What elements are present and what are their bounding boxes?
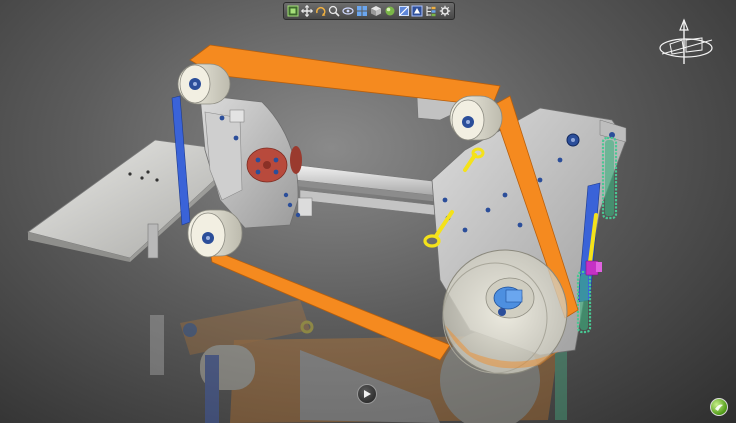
normal-view-icon	[342, 7, 354, 15]
properties-button[interactable]	[439, 5, 452, 18]
bottom-contact-roller[interactable]	[187, 209, 243, 258]
drive-pulley[interactable]	[442, 249, 568, 375]
3d-viewport[interactable]	[0, 0, 736, 423]
rotate-icon	[315, 6, 326, 16]
isometric-view-icon	[370, 6, 381, 16]
compass-icon	[659, 18, 713, 64]
normal-view-button[interactable]	[342, 5, 355, 18]
rotate-button[interactable]	[314, 5, 327, 18]
hide-show-icon	[398, 6, 409, 16]
multi-view-icon	[357, 6, 368, 16]
shading-button[interactable]	[383, 5, 396, 18]
play-button[interactable]	[357, 384, 377, 404]
play-icon	[364, 390, 371, 398]
tree-icon	[426, 6, 436, 17]
swap-visible-space-button[interactable]	[411, 5, 424, 18]
tree-button[interactable]	[425, 5, 438, 18]
navigation-compass[interactable]	[656, 18, 718, 68]
app-logo-icon	[715, 404, 723, 411]
zoom-button[interactable]	[328, 5, 341, 18]
top-idler-roller[interactable]	[177, 63, 231, 105]
pan-icon	[300, 5, 313, 17]
properties-icon	[439, 5, 451, 17]
zoom-icon	[329, 5, 340, 17]
fit-all-button[interactable]	[286, 5, 299, 18]
tracking-roller[interactable]	[449, 95, 503, 141]
fit-all-icon	[287, 5, 299, 17]
app-logo	[710, 398, 728, 416]
shading-icon	[385, 6, 395, 16]
pan-button[interactable]	[300, 5, 313, 18]
isometric-view-button[interactable]	[369, 5, 382, 18]
view-toolbar	[283, 2, 455, 20]
spring-coupler[interactable]	[585, 260, 602, 276]
swap-visible-space-icon	[411, 5, 423, 17]
belt-grinder-3d-model[interactable]	[0, 0, 736, 423]
hide-show-button[interactable]	[397, 5, 410, 18]
frame-crossbar[interactable]	[295, 164, 441, 216]
multi-view-button[interactable]	[356, 5, 369, 18]
